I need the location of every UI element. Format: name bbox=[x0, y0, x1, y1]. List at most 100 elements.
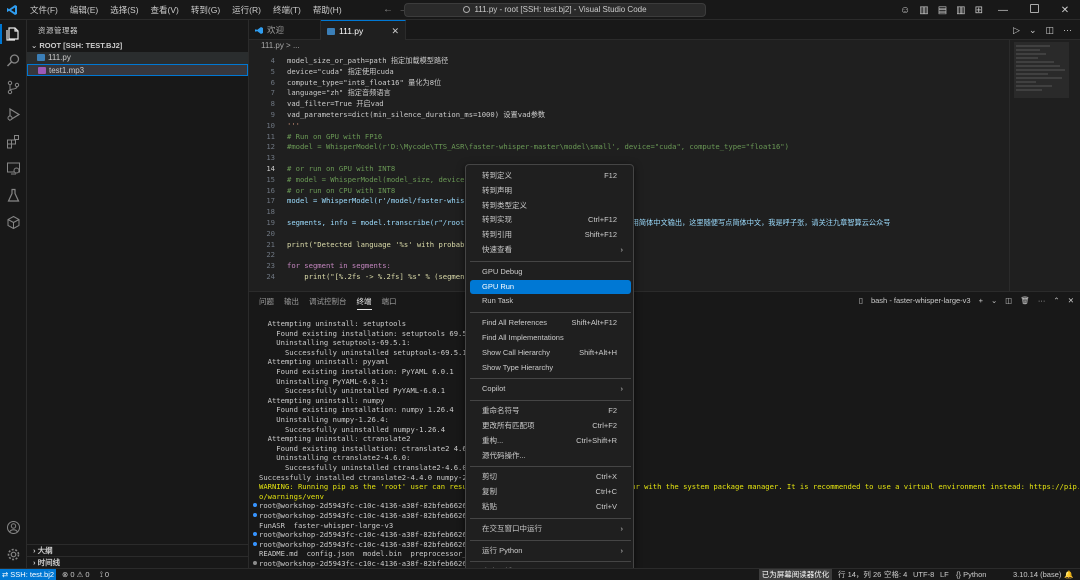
account-icon[interactable] bbox=[6, 520, 21, 535]
run-dropdown-icon[interactable]: ⌄ bbox=[1029, 25, 1037, 36]
menu-item[interactable]: 运行(R) bbox=[226, 0, 267, 20]
command-status-icon[interactable] bbox=[253, 503, 257, 508]
context-menu-item[interactable]: Show Type Hierarchy bbox=[470, 361, 631, 375]
run-debug-icon[interactable] bbox=[6, 107, 21, 122]
close-tab-icon[interactable]: ✕ bbox=[391, 21, 399, 41]
menu-item[interactable]: 文件(F) bbox=[24, 0, 64, 20]
context-menu-item[interactable]: 转到类型定义 bbox=[470, 199, 631, 213]
panel-tab[interactable]: 调试控制台 bbox=[309, 296, 347, 310]
menu-item[interactable]: 帮助(H) bbox=[307, 0, 348, 20]
terminal-line: Successfully uninstalled numpy-1.26.4 bbox=[259, 425, 1079, 435]
context-menu-item[interactable]: 复制 Ctrl+C bbox=[470, 485, 631, 499]
terminal-text: Uninstalling numpy-1.26.4: bbox=[259, 415, 389, 424]
command-status-icon[interactable] bbox=[253, 541, 257, 546]
cursor-position[interactable]: 行 14，列 26 bbox=[838, 569, 881, 580]
layout-panel-icon[interactable]: ▤ bbox=[938, 5, 947, 16]
maximize-panel-icon[interactable]: ⌃ bbox=[1053, 296, 1059, 305]
menu-item[interactable]: 转到(G) bbox=[185, 0, 226, 20]
copilot-icon[interactable]: ☺ bbox=[900, 5, 910, 16]
layout-secondary-icon[interactable]: ▥ bbox=[956, 5, 965, 16]
remote-explorer-icon[interactable] bbox=[6, 161, 21, 176]
timeline-section[interactable]: › 时间线 bbox=[27, 556, 248, 568]
context-menu-item[interactable]: 转到定义 F12 bbox=[470, 169, 631, 183]
terminal-line: Uninstalling numpy-1.26.4: bbox=[259, 415, 1079, 425]
file-item-test1-mp3[interactable]: test1.mp3 bbox=[27, 64, 248, 76]
file-item-111-py[interactable]: 111.py bbox=[27, 52, 248, 64]
context-menu-item[interactable]: 快速查看 › bbox=[470, 243, 631, 257]
testing-icon[interactable] bbox=[6, 188, 21, 203]
end-of-line[interactable]: LF bbox=[940, 569, 949, 580]
menu-separator bbox=[470, 517, 631, 519]
context-menu-item[interactable]: Find All Implementations bbox=[470, 331, 631, 345]
context-menu-item[interactable]: Run Task bbox=[470, 294, 631, 308]
more-icon[interactable]: ··· bbox=[1038, 296, 1046, 305]
language-mode[interactable]: {} Python bbox=[956, 569, 986, 580]
python-interpreter[interactable]: 3.10.14 (base) bbox=[1013, 569, 1061, 580]
problems-indicator[interactable]: ⊗ 0 ⚠ 0 bbox=[62, 569, 90, 580]
command-center-search[interactable]: 111.py - root [SSH: test.bj2] - Visual S… bbox=[404, 3, 706, 17]
menu-item[interactable]: 终端(T) bbox=[267, 0, 307, 20]
search-icon[interactable] bbox=[6, 53, 21, 68]
menu-item[interactable]: 查看(V) bbox=[145, 0, 185, 20]
source-control-icon[interactable] bbox=[6, 80, 21, 95]
more-actions-icon[interactable]: ··· bbox=[1063, 25, 1072, 35]
minimize-button[interactable]: — bbox=[992, 5, 1014, 16]
new-terminal-icon[interactable]: + bbox=[979, 296, 983, 305]
layout-sidebar-icon[interactable]: ▥ bbox=[919, 5, 928, 16]
terminal-line: Successfully uninstalled setuptools-69.5… bbox=[259, 348, 1079, 358]
split-terminal-icon[interactable]: ◫ bbox=[1005, 296, 1012, 305]
context-menu-item[interactable]: Copilot › bbox=[470, 382, 631, 396]
menu-item[interactable]: 编辑(E) bbox=[64, 0, 104, 20]
menu-item[interactable]: 选择(S) bbox=[104, 0, 144, 20]
context-menu-item[interactable]: GPU Debug bbox=[470, 265, 631, 279]
outline-section[interactable]: › 大纲 bbox=[27, 544, 248, 556]
trash-icon[interactable]: 🗑 bbox=[1020, 296, 1030, 305]
tab-111-py[interactable]: 111.py ✕ bbox=[321, 20, 406, 40]
split-editor-icon[interactable]: ◫ bbox=[1045, 25, 1054, 36]
remote-indicator[interactable]: ⇄ SSH: test.bj2 bbox=[0, 569, 56, 580]
close-window-button[interactable]: ✕ bbox=[1054, 5, 1076, 16]
workspace-root-folder[interactable]: ⌄ ROOT [SSH: TEST.BJ2] bbox=[31, 41, 122, 50]
indentation[interactable]: 空格: 4 bbox=[884, 569, 907, 580]
context-menu-item[interactable]: 转到声明 bbox=[470, 184, 631, 198]
panel-tab[interactable]: 输出 bbox=[284, 296, 299, 310]
context-menu-item[interactable]: 粘贴 Ctrl+V bbox=[470, 500, 631, 514]
context-menu-item[interactable]: 转到引用 Shift+F12 bbox=[470, 228, 631, 242]
terminal-dropdown-icon[interactable]: ⌄ bbox=[991, 296, 997, 305]
extensions-icon[interactable] bbox=[6, 134, 21, 149]
customize-layout-icon[interactable]: ⊞ bbox=[975, 5, 983, 16]
menu-separator bbox=[470, 312, 631, 314]
tab-welcome[interactable]: 欢迎 bbox=[249, 20, 321, 40]
terminal-line: Uninstalling ctranslate2-4.6.0: bbox=[259, 453, 1079, 463]
minimap[interactable] bbox=[1009, 40, 1080, 291]
breadcrumb[interactable]: 111.py > ... bbox=[249, 40, 1009, 52]
context-menu-item[interactable]: 剪切 Ctrl+X bbox=[470, 470, 631, 484]
context-menu-item[interactable]: Find All References Shift+Alt+F12 bbox=[470, 316, 631, 330]
panel-tab[interactable]: 终端 bbox=[356, 296, 372, 310]
context-menu-item[interactable]: 重命名符号 F2 bbox=[470, 404, 631, 418]
maximize-button[interactable] bbox=[1023, 4, 1045, 16]
context-menu-item[interactable]: 运行 Python › bbox=[470, 544, 631, 558]
panel-tab[interactable]: 问题 bbox=[259, 296, 274, 310]
run-icon[interactable]: ▷ bbox=[1013, 25, 1020, 36]
context-menu-item[interactable]: GPU Run bbox=[470, 279, 631, 294]
command-status-icon[interactable] bbox=[253, 513, 257, 517]
terminal-name[interactable]: bash - faster-whisper-large-v3 bbox=[871, 296, 971, 305]
notifications-bell-icon[interactable]: 🔔 bbox=[1064, 569, 1073, 580]
encoding[interactable]: UTF-8 bbox=[913, 569, 934, 580]
explorer-icon[interactable] bbox=[6, 26, 21, 41]
ports-indicator[interactable]: ⟟ 0 bbox=[100, 569, 109, 580]
context-menu-item[interactable]: 重构... Ctrl+Shift+R bbox=[470, 434, 631, 448]
command-status-icon[interactable] bbox=[253, 561, 257, 565]
close-panel-icon[interactable]: ✕ bbox=[1068, 296, 1074, 305]
context-menu-item[interactable]: 在交互窗口中运行 › bbox=[470, 522, 631, 536]
containers-icon[interactable] bbox=[6, 215, 21, 230]
context-menu-item[interactable]: 源代码操作... bbox=[470, 449, 631, 463]
context-menu-item[interactable]: 更改所有匹配项 Ctrl+F2 bbox=[470, 419, 631, 433]
command-status-icon[interactable] bbox=[253, 532, 257, 537]
context-menu-item[interactable]: 转到实现 Ctrl+F12 bbox=[470, 213, 631, 227]
settings-gear-icon[interactable] bbox=[6, 547, 21, 562]
screen-reader-status[interactable]: 已为屏幕阅读器优化 bbox=[759, 569, 832, 580]
panel-tab[interactable]: 端口 bbox=[382, 296, 397, 310]
context-menu-item[interactable]: Show Call Hierarchy Shift+Alt+H bbox=[470, 346, 631, 360]
